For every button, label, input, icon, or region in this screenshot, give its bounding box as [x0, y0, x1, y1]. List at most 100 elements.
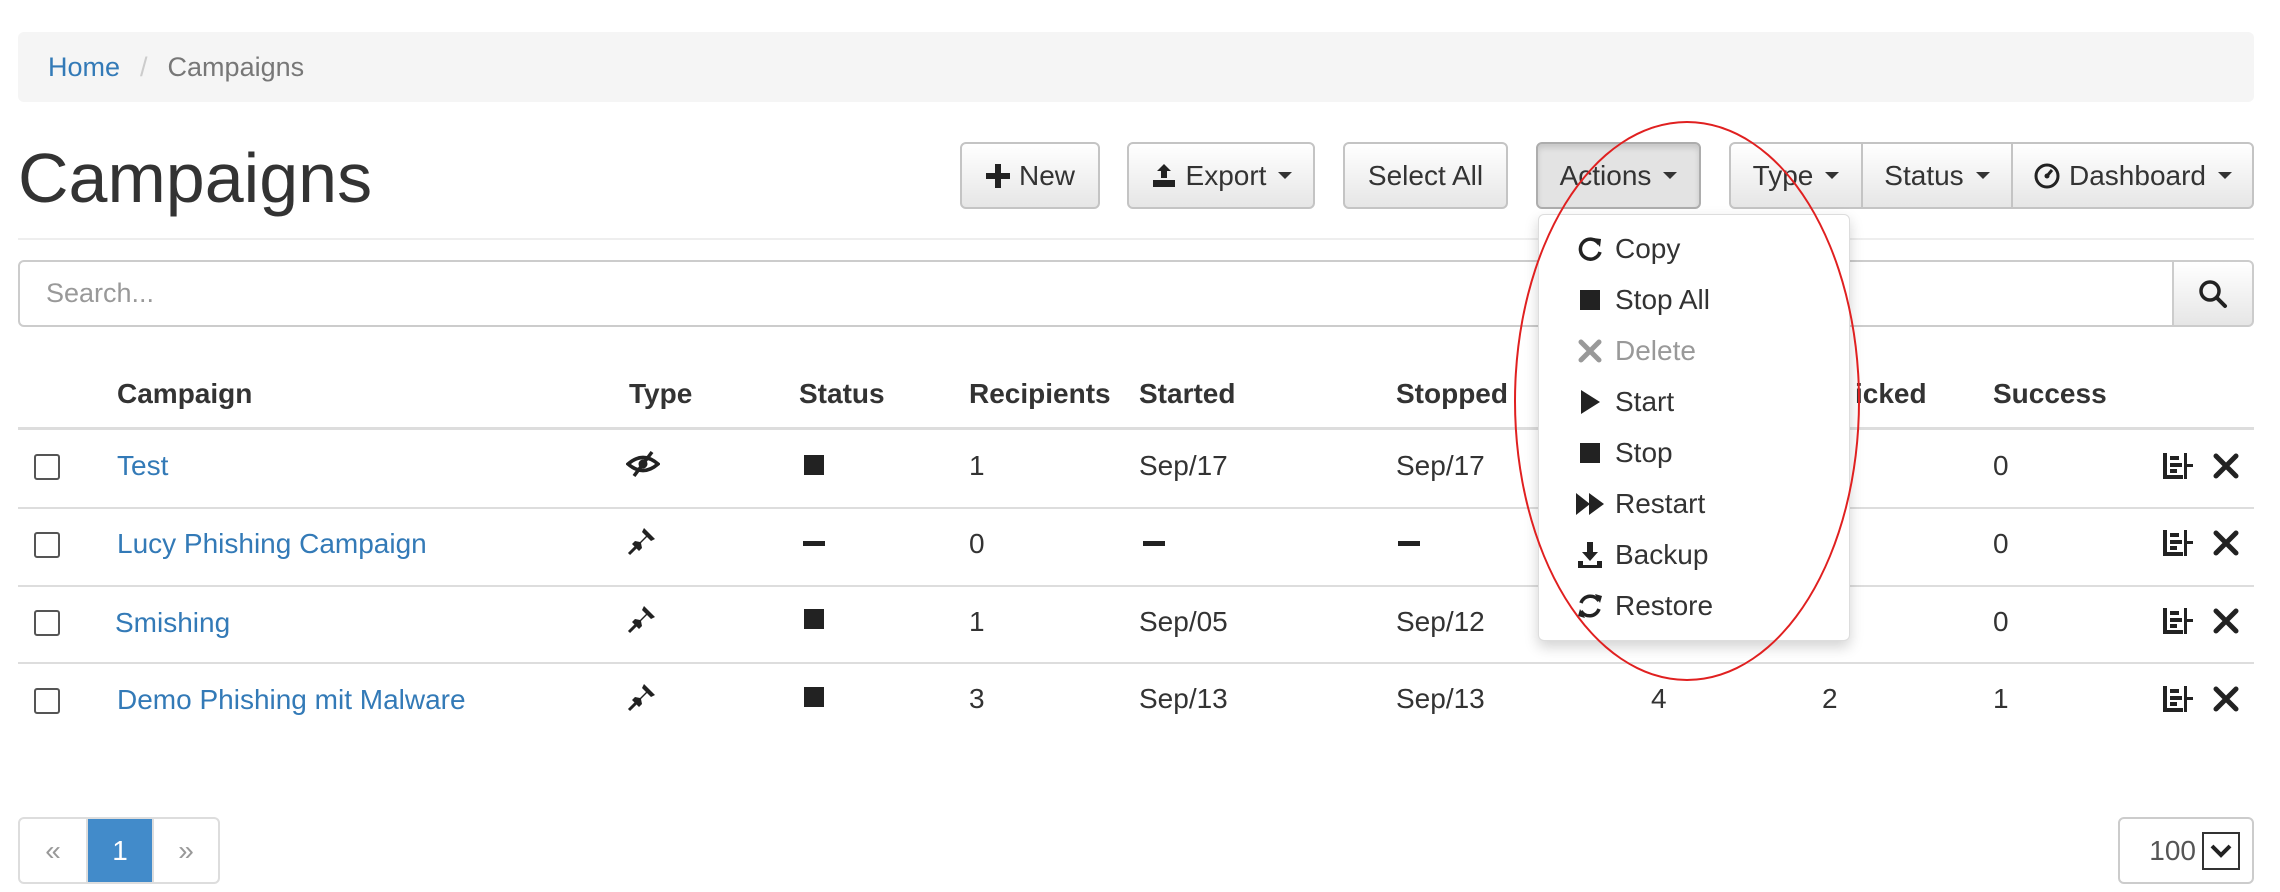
pagination-prev[interactable]: «: [20, 819, 86, 882]
menu-item-delete: Delete: [1575, 331, 1696, 371]
new-button[interactable]: New: [960, 142, 1100, 209]
dashboard-button-label: Dashboard: [2069, 159, 2206, 191]
delete-x-icon[interactable]: [2213, 686, 2239, 712]
chevron-down-icon: [1663, 172, 1678, 179]
stats-chart-icon[interactable]: [2162, 607, 2194, 635]
search-icon: [2199, 279, 2227, 308]
col-header-campaign[interactable]: Campaign: [117, 378, 252, 410]
stop-square-icon: [804, 455, 824, 475]
search-bar: [18, 260, 2254, 327]
recipients-value: 1: [969, 606, 985, 637]
count-value: 4: [1651, 683, 1667, 714]
campaign-name-link[interactable]: Demo Phishing mit Malware: [117, 684, 466, 716]
page-title: Campaigns: [18, 139, 373, 217]
pagination-next[interactable]: »: [152, 819, 218, 882]
dash-icon: [803, 541, 825, 546]
row-checkbox[interactable]: [34, 532, 60, 558]
delete-x-icon[interactable]: [2213, 608, 2239, 634]
recipients-value: 0: [969, 528, 985, 559]
menu-item-copy[interactable]: Copy: [1575, 229, 1680, 269]
export-icon: [1152, 163, 1175, 187]
download-icon: [1578, 542, 1602, 568]
row-checkbox[interactable]: [34, 610, 60, 636]
breadcrumb-home-link[interactable]: Home: [48, 52, 120, 83]
menu-item-stop-all[interactable]: Stop All: [1575, 280, 1710, 320]
menu-item-label: Delete: [1615, 335, 1696, 366]
delete-x-icon[interactable]: [2213, 530, 2239, 556]
row-divider: [18, 507, 2254, 509]
success-value: 1: [1993, 683, 2009, 714]
pushpin-icon: [627, 528, 655, 556]
status-filter-label: Status: [1884, 159, 1964, 191]
menu-item-start[interactable]: Start: [1575, 382, 1674, 422]
plus-icon: [985, 163, 1010, 188]
success-value: 0: [1993, 528, 2009, 559]
delete-x-icon[interactable]: [2213, 453, 2239, 479]
type-filter-label: Type: [1752, 159, 1814, 191]
pagination-page-1[interactable]: 1: [86, 819, 152, 882]
stats-chart-icon[interactable]: [2162, 529, 2194, 557]
stop-square-icon: [804, 687, 824, 707]
col-header-type[interactable]: Type: [629, 378, 692, 410]
dashboard-button[interactable]: Dashboard: [2011, 142, 2254, 209]
success-value: 0: [1993, 450, 2009, 481]
export-button-label: Export: [1185, 159, 1267, 191]
col-header-stopped[interactable]: Stopped: [1396, 378, 1508, 410]
campaign-name-link[interactable]: Smishing: [115, 607, 230, 639]
dashboard-gauge-icon: [2034, 163, 2060, 188]
menu-item-label: Backup: [1615, 539, 1709, 570]
menu-item-restart[interactable]: Restart: [1575, 484, 1705, 524]
started-value: Sep/13: [1139, 683, 1228, 714]
search-button[interactable]: [2174, 260, 2254, 327]
campaign-name-link[interactable]: Lucy Phishing Campaign: [117, 528, 427, 560]
col-header-clicked[interactable]: icked: [1855, 378, 1927, 410]
select-all-button[interactable]: Select All: [1343, 142, 1508, 209]
col-header-recipients[interactable]: Recipients: [969, 378, 1111, 410]
stopped-value: Sep/17: [1396, 450, 1485, 481]
stop-square-icon: [1580, 290, 1600, 310]
chevron-down-icon: [1825, 172, 1840, 179]
menu-item-label: Start: [1615, 386, 1675, 417]
menu-item-backup[interactable]: Backup: [1575, 535, 1708, 575]
chevron-down-icon: [2217, 172, 2232, 179]
eye-slash-icon: [626, 450, 660, 478]
menu-item-restore[interactable]: Restore: [1575, 586, 1713, 626]
close-x-icon: [1578, 339, 1602, 363]
campaign-name-link[interactable]: Test: [117, 450, 168, 482]
stats-chart-icon[interactable]: [2162, 685, 2194, 713]
col-header-status[interactable]: Status: [799, 378, 885, 410]
chevron-down-icon: [1975, 172, 1990, 179]
col-header-success[interactable]: Success: [1993, 378, 2107, 410]
stop-square-icon: [804, 609, 824, 629]
chevron-down-icon: [2202, 831, 2240, 870]
row-divider: [18, 662, 2254, 664]
stopped-value: Sep/13: [1396, 683, 1485, 714]
table-header-divider: [18, 427, 2254, 430]
row-checkbox[interactable]: [34, 688, 60, 714]
col-header-started[interactable]: Started: [1139, 378, 1235, 410]
type-filter-button[interactable]: Type: [1729, 142, 1863, 209]
select-all-button-label: Select All: [1367, 159, 1484, 191]
play-icon: [1581, 390, 1600, 414]
recipients-value: 3: [969, 683, 985, 714]
stats-chart-icon[interactable]: [2162, 452, 2194, 480]
fast-forward-icon: [1576, 493, 1604, 515]
copy-refresh-icon: [1578, 237, 1602, 261]
started-value: Sep/05: [1139, 606, 1228, 637]
row-divider: [18, 585, 2254, 587]
clicked-value: 2: [1822, 683, 1838, 714]
row-checkbox[interactable]: [34, 454, 60, 480]
success-value: 0: [1993, 606, 2009, 637]
chevron-down-icon: [1278, 172, 1293, 179]
page-size-select[interactable]: 100: [2118, 817, 2254, 884]
menu-item-label: Restore: [1615, 590, 1714, 621]
menu-item-label: Restart: [1615, 488, 1706, 519]
actions-button[interactable]: Actions: [1536, 142, 1701, 209]
status-filter-button[interactable]: Status: [1861, 142, 2013, 209]
search-input[interactable]: [18, 260, 2174, 327]
menu-item-stop[interactable]: Stop: [1575, 433, 1673, 473]
export-button[interactable]: Export: [1127, 142, 1315, 209]
stopped-value: Sep/12: [1396, 606, 1485, 637]
actions-button-label: Actions: [1559, 159, 1652, 191]
page-size-value: 100: [2149, 834, 2196, 866]
